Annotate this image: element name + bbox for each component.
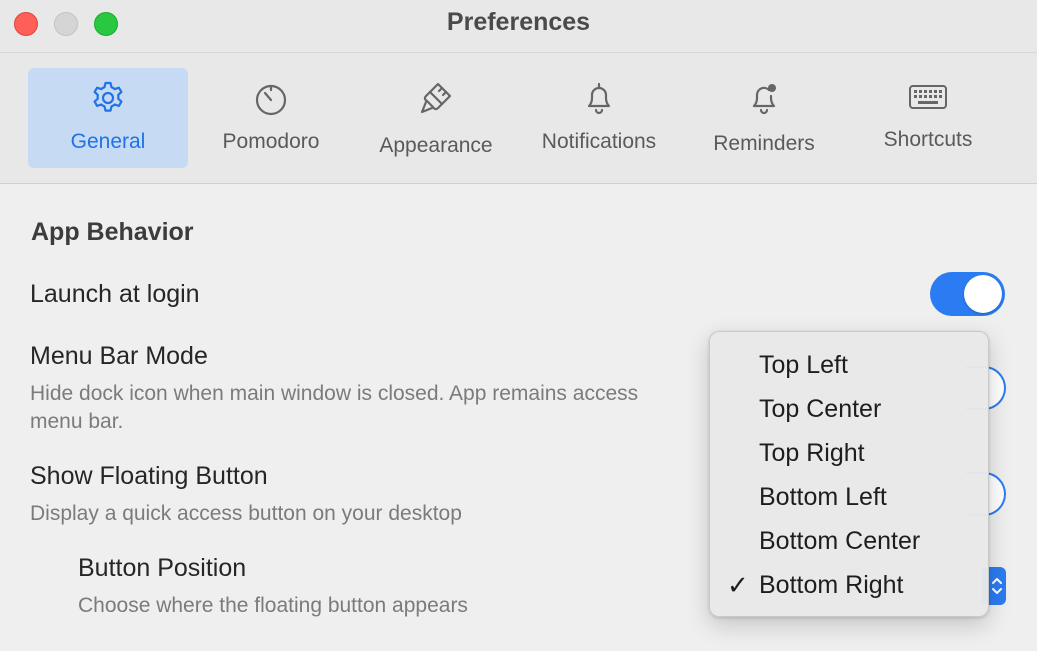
tab-label: Reminders: [713, 132, 815, 155]
preferences-window: Preferences General Pomodoro Appearance …: [0, 0, 1037, 651]
title-bar: Preferences General Pomodoro Appearance …: [0, 0, 1037, 184]
menu-item-label: Bottom Left: [759, 483, 887, 511]
keyboard-icon: [908, 78, 948, 118]
menu-item-label: Top Right: [759, 439, 865, 467]
checkmark-icon: ✓: [727, 570, 749, 600]
preferences-toolbar: General Pomodoro Appearance Notification…: [0, 52, 1037, 183]
button-position-description: Choose where the floating button appears: [78, 594, 468, 617]
show-floating-button-label: Show Floating Button: [30, 462, 268, 490]
gear-icon: [88, 78, 128, 118]
menu-bar-mode-description: Hide dock icon when main window is close…: [30, 380, 638, 436]
paintbrush-icon: [416, 78, 456, 118]
tab-label: Shortcuts: [883, 128, 973, 151]
button-position-label: Button Position: [78, 554, 247, 582]
tab-general[interactable]: General: [28, 68, 188, 168]
tab-notifications[interactable]: Notifications: [519, 68, 679, 168]
tab-label: Appearance: [379, 134, 493, 157]
tab-label: Notifications: [541, 130, 657, 153]
menu-item-label: Bottom Right: [759, 571, 904, 599]
launch-at-login-label: Launch at login: [30, 280, 200, 308]
tab-shortcuts[interactable]: Shortcuts: [848, 68, 1008, 168]
chevron-updown-icon: [992, 578, 1002, 594]
menu-item-bottom-left[interactable]: Bottom Left: [710, 476, 988, 520]
menu-item-bottom-center[interactable]: Bottom Center: [710, 520, 988, 564]
timer-icon: [251, 78, 291, 118]
button-position-menu: Top Left Top Center Top Right Bottom Lef…: [709, 331, 989, 617]
menu-item-label: Top Left: [759, 351, 848, 379]
menu-item-top-right[interactable]: Top Right: [710, 432, 988, 476]
window-title: Preferences: [446, 8, 591, 36]
tab-pomodoro[interactable]: Pomodoro: [191, 68, 351, 168]
launch-at-login-toggle[interactable]: [930, 272, 1005, 316]
section-heading: App Behavior: [31, 218, 194, 246]
toggle-knob: [964, 275, 1002, 313]
menu-item-top-left[interactable]: Top Left: [710, 344, 988, 388]
tab-appearance[interactable]: Appearance: [356, 68, 516, 168]
bell-badge-icon: [744, 78, 784, 118]
tab-reminders[interactable]: Reminders: [684, 68, 844, 168]
menu-item-top-center[interactable]: Top Center: [710, 388, 988, 432]
menu-bar-mode-label: Menu Bar Mode: [30, 342, 208, 370]
menu-item-bottom-right[interactable]: ✓ Bottom Right: [710, 564, 988, 608]
menu-item-label: Bottom Center: [759, 527, 921, 555]
tab-label: Pomodoro: [222, 130, 320, 153]
tab-label: General: [70, 130, 146, 153]
menu-bar-mode-description-line2: menu bar.: [30, 410, 124, 433]
bell-icon: [579, 78, 619, 118]
menu-bar-mode-description-line1: Hide dock icon when main window is close…: [30, 382, 639, 405]
menu-item-label: Top Center: [759, 395, 882, 423]
show-floating-button-description: Display a quick access button on your de…: [30, 502, 462, 525]
